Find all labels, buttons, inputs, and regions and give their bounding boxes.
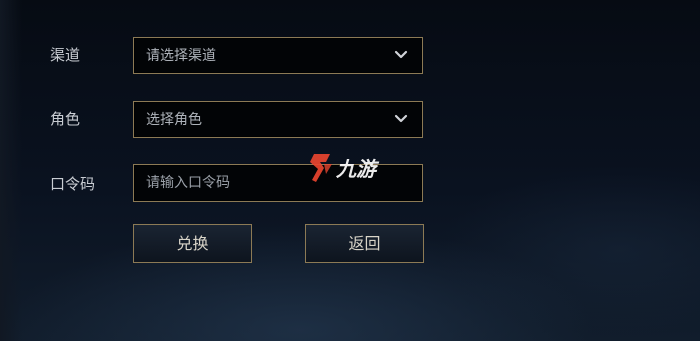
back-button[interactable]: 返回 [305,224,424,263]
channel-select[interactable]: 请选择渠道 [133,37,423,74]
watermark-logo: 九游 [310,154,380,182]
role-select-value: 选择角色 [146,112,202,128]
background-edge [0,0,22,341]
watermark-text: 九游 [335,157,380,181]
chevron-down-icon [394,50,408,59]
redeem-button[interactable]: 兑换 [133,224,252,263]
role-select[interactable]: 选择角色 [133,101,423,138]
role-label: 角色 [50,110,81,128]
channel-select-value: 请选择渠道 [146,48,216,64]
channel-label: 渠道 [50,46,81,64]
code-label: 口令码 [50,175,96,193]
nine-game-logo-icon [310,154,332,182]
chevron-down-icon [394,114,408,123]
